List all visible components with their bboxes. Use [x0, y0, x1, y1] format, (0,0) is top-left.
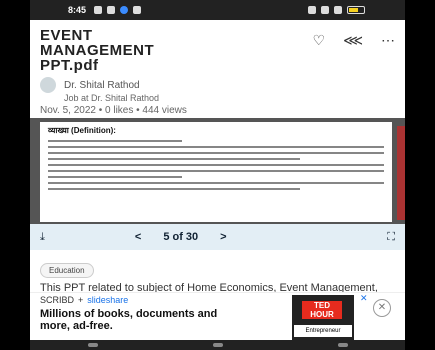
ad-info-icon[interactable]: ✕ [360, 293, 368, 304]
battery-icon [347, 6, 365, 14]
app-icon [120, 6, 129, 14]
ted-logo: TED HOUR [302, 301, 342, 319]
next-page-button[interactable]: > [220, 231, 226, 243]
back-button[interactable] [337, 343, 348, 347]
heart-icon[interactable]: ♡ [313, 32, 326, 49]
header-actions: ♡ ⋘ ⋯ [313, 32, 395, 49]
document-header: EVENT MANAGEMENT PPT.pdf ♡ ⋘ ⋯ Dr. Shita… [30, 22, 405, 117]
status-time: 8:45 [68, 5, 87, 15]
fullscreen-icon[interactable]: ⛶ [387, 231, 395, 244]
slide-viewer[interactable]: व्याख्या (Definition): [30, 118, 405, 224]
document-meta: Nov. 5, 2022 • 0 likes • 444 views [40, 105, 187, 116]
slide-heading: व्याख्या (Definition): [48, 126, 116, 135]
author-name[interactable]: Dr. Shital Rathod [64, 80, 140, 91]
plus-sign: + [78, 295, 84, 305]
recents-button[interactable] [87, 343, 98, 347]
close-icon[interactable]: ✕ [373, 299, 391, 317]
page-toolbar: ⤓ < 5 of 30 > ⛶ [30, 224, 405, 250]
author-row[interactable]: Dr. Shital Rathod [40, 77, 395, 93]
slide-page[interactable]: व्याख्या (Definition): [40, 122, 392, 222]
next-slide-preview[interactable] [397, 126, 405, 220]
slide-text-line [48, 140, 183, 142]
mail-icon [107, 6, 116, 14]
slide-text-line [48, 176, 183, 178]
slide-text-line [48, 170, 384, 172]
status-icons-left [94, 6, 142, 14]
home-button[interactable] [212, 343, 223, 347]
wifi-icon [321, 6, 329, 14]
page-indicator: 5 of 30 [163, 231, 199, 243]
download-icon[interactable]: ⤓ [40, 231, 45, 244]
status-bar: 8:45 [30, 0, 405, 20]
avatar[interactable] [40, 77, 56, 93]
ad-image[interactable]: TED HOUR Entrepreneur [292, 295, 354, 343]
slide-text-line [48, 182, 384, 184]
document-title: EVENT MANAGEMENT PPT.pdf [40, 27, 155, 74]
navigation-icon [94, 6, 103, 14]
slide-text-line [48, 164, 384, 166]
ad-text: Millions of books, documents and more, a… [40, 308, 218, 332]
slide-text-line [48, 158, 300, 160]
share-icon[interactable]: ⋘ [343, 32, 363, 49]
entrepreneur-logo: Entrepreneur [294, 325, 352, 337]
signal-icon [334, 6, 342, 14]
slide-text-line [48, 188, 300, 190]
slide-text-line [48, 146, 384, 148]
notification-icon [133, 6, 142, 14]
system-navbar [30, 340, 405, 350]
alarm-icon [308, 6, 316, 14]
category-badge[interactable]: Education [40, 263, 94, 278]
status-icons-right [308, 6, 365, 14]
author-job: Job at Dr. Shital Rathod [64, 93, 160, 103]
prev-page-button[interactable]: < [135, 231, 141, 243]
phone-screen: 8:45 EVENT MANAGEMENT PPT.pdf ♡ ⋘ ⋯ Dr. … [30, 0, 405, 350]
scribd-logo: SCRIBD [40, 295, 75, 305]
ad-banner[interactable]: SCRIBD + slideshare Millions of books, d… [30, 292, 405, 344]
more-icon[interactable]: ⋯ [381, 32, 395, 49]
slideshare-logo: slideshare [87, 295, 129, 305]
slide-text-line [48, 152, 384, 154]
